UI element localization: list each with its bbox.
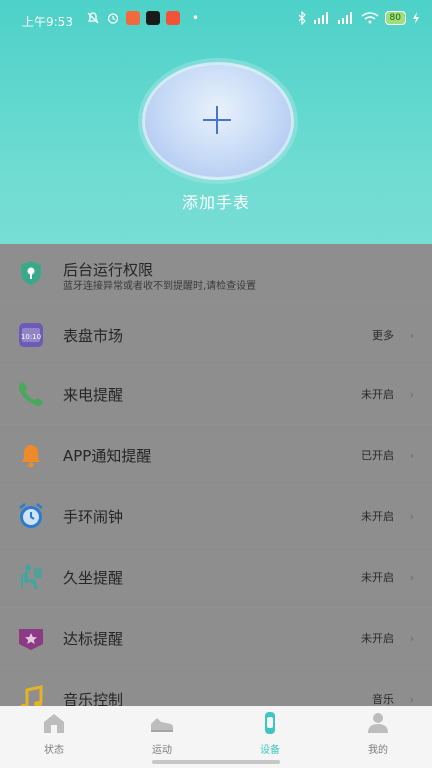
signal-icon (313, 12, 328, 24)
row-value: 未开启 (361, 510, 394, 523)
status-dot: • (192, 11, 200, 25)
chevron-right-icon: › (409, 570, 414, 584)
lightning-icon (413, 12, 419, 24)
alarm-clock-icon (15, 500, 47, 532)
row-call-reminder[interactable]: 来电提醒 未开启 › (0, 364, 432, 425)
row-watchface-market[interactable]: 10:10 表盘市场 更多 › (0, 305, 432, 366)
settings-list: 后台运行权限 蓝牙连接异常或者收不到提醒时,请检查设置 10:10 表盘市场 更… (0, 244, 432, 730)
bluetooth-icon (298, 11, 306, 25)
phone-icon (15, 378, 47, 410)
row-value: 未开启 (361, 632, 394, 645)
row-background-permission[interactable]: 后台运行权限 蓝牙连接异常或者收不到提醒时,请检查设置 (0, 244, 432, 303)
mute-bell-icon (87, 12, 99, 24)
badge-star-icon (15, 622, 47, 654)
header-area: 上午9:53 • 80 添加手表 (0, 0, 432, 244)
battery-indicator: 80 (384, 11, 406, 25)
row-value: 已开启 (361, 449, 394, 462)
chevron-right-icon: › (409, 448, 414, 462)
bottom-tab-bar: 状态 运动 设备 我的 (0, 706, 432, 768)
chevron-right-icon: › (409, 328, 414, 342)
shield-location-icon (15, 257, 47, 289)
add-watch-label[interactable]: 添加手表 (0, 189, 432, 213)
chevron-right-icon: › (409, 692, 414, 706)
chevron-right-icon: › (409, 509, 414, 523)
svg-text:10:10: 10:10 (21, 333, 41, 341)
tab-label: 状态 (44, 745, 64, 756)
bell-icon (15, 439, 47, 471)
row-title: APP通知提醒 (63, 446, 152, 465)
shop-icon (166, 11, 180, 25)
row-value: 更多 (372, 329, 394, 342)
chevron-right-icon: › (409, 631, 414, 645)
home-indicator[interactable] (152, 760, 280, 764)
row-title: 达标提醒 (63, 629, 124, 648)
wifi-icon (361, 12, 378, 24)
row-band-alarm[interactable]: 手环闹钟 未开启 › (0, 486, 432, 547)
sitting-person-icon (15, 561, 47, 593)
person-icon (368, 713, 388, 733)
tab-me[interactable]: 我的 (338, 712, 418, 756)
row-goal-reminder[interactable]: 达标提醒 未开启 › (0, 608, 432, 669)
tab-device[interactable]: 设备 (230, 712, 310, 756)
row-app-notification[interactable]: APP通知提醒 已开启 › (0, 425, 432, 486)
row-title: 表盘市场 (63, 326, 124, 345)
signal-icon-2 (337, 12, 352, 24)
watch-icon (265, 712, 275, 734)
status-left-icons: • (86, 11, 199, 25)
watch-face-icon: 10:10 (15, 319, 47, 351)
tab-label: 我的 (368, 745, 388, 756)
home-icon (44, 714, 64, 733)
row-value: 未开启 (361, 388, 394, 401)
row-sedentary-reminder[interactable]: 久坐提醒 未开启 › (0, 547, 432, 608)
status-bar: 上午9:53 • 80 (0, 0, 432, 40)
tiktok-icon (146, 11, 160, 25)
alarm-icon (107, 13, 119, 24)
shoe-icon (151, 718, 174, 732)
row-title: 来电提醒 (63, 385, 124, 404)
status-time: 上午9:53 (22, 15, 73, 29)
tab-label: 设备 (260, 745, 280, 756)
row-title: 手环闹钟 (63, 507, 124, 526)
tab-label: 运动 (152, 745, 172, 756)
app-badge-icon (126, 11, 140, 25)
plus-icon-vertical (216, 106, 218, 134)
tab-status[interactable]: 状态 (14, 712, 94, 756)
row-subtitle: 蓝牙连接异常或者收不到提醒时,请检查设置 (63, 281, 257, 292)
tab-sport[interactable]: 运动 (122, 712, 202, 756)
chevron-right-icon: › (409, 387, 414, 401)
add-watch-button[interactable] (142, 62, 294, 180)
row-value: 音乐 (372, 693, 394, 706)
row-title: 久坐提醒 (63, 568, 124, 587)
status-right-icons: 80 (297, 11, 420, 25)
row-value: 未开启 (361, 571, 394, 584)
